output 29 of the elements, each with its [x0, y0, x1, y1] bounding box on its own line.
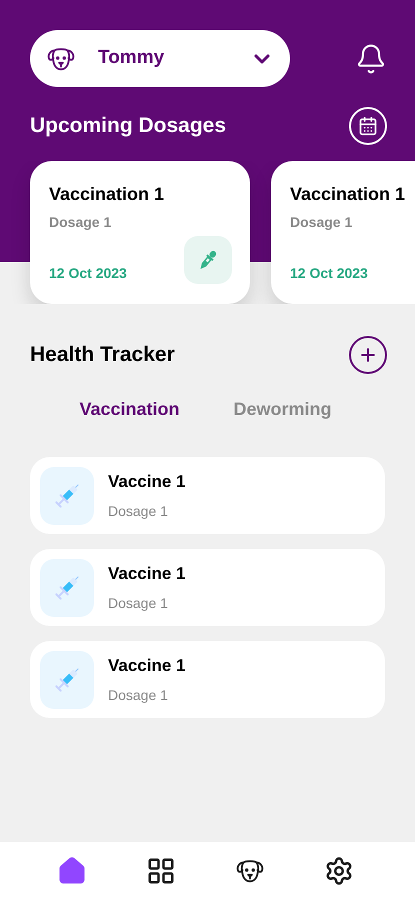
card-subtitle: Dosage 1	[49, 213, 112, 232]
tab[interactable]: Vaccination	[79, 396, 180, 423]
settings-icon	[324, 856, 354, 886]
vaccine-item[interactable]: Vaccine 1 Dosage 1	[30, 457, 385, 534]
item-title: Vaccine 1	[108, 655, 186, 678]
item-subtitle: Dosage 1	[108, 686, 169, 705]
item-subtitle: Dosage 1	[108, 502, 169, 521]
dosage-card[interactable]: Vaccination 1 Dosage 1 12 Oct 2023	[30, 161, 250, 304]
plus-icon	[358, 345, 378, 365]
calendar-button[interactable]	[349, 107, 387, 145]
section-title: Health Tracker	[30, 342, 175, 368]
card-title: Vaccination 1	[49, 183, 166, 206]
item-title: Vaccine 1	[108, 563, 186, 586]
card-date: 12 Oct 2023	[290, 264, 368, 283]
item-subtitle: Dosage 1	[108, 594, 169, 613]
home-icon	[57, 856, 87, 886]
section-title: Upcoming Dosages	[30, 113, 226, 140]
vaccine-item[interactable]: Vaccine 1 Dosage 1	[30, 641, 385, 718]
vaccine-item[interactable]: Vaccine 1 Dosage 1	[30, 549, 385, 626]
grid-icon	[146, 856, 176, 886]
card-subtitle: Dosage 1	[290, 213, 354, 232]
calendar-icon	[358, 116, 378, 136]
notification-bell-icon[interactable]	[355, 42, 387, 74]
card-date: 12 Oct 2023	[49, 264, 127, 283]
dosage-card[interactable]: Vaccination 1 Dosage 1 12 Oct 2023	[271, 161, 415, 304]
card-title: Vaccination 1	[290, 183, 406, 206]
pet-selector[interactable]: Tommy	[30, 30, 290, 87]
add-button[interactable]	[349, 336, 387, 374]
item-title: Vaccine 1	[108, 471, 186, 494]
